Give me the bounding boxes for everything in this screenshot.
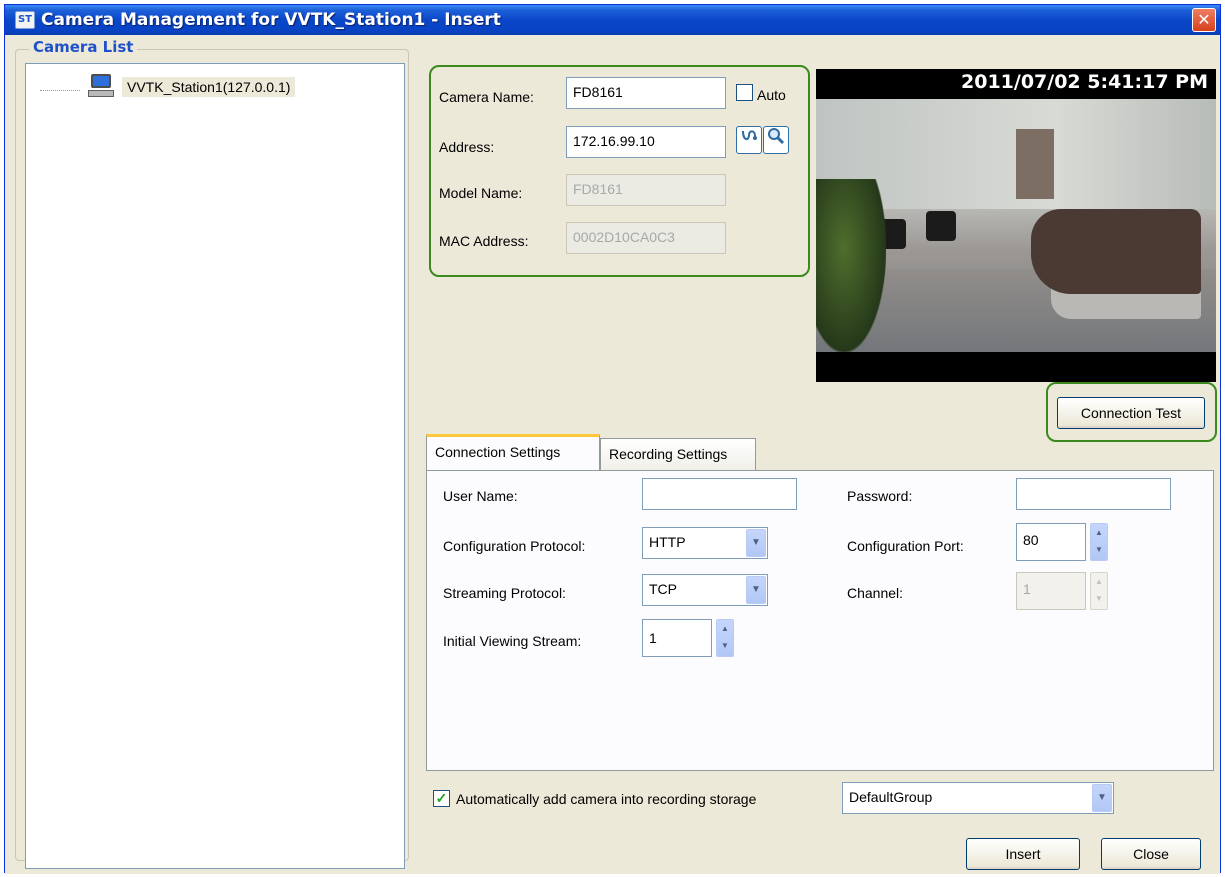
tree-item-station[interactable]: VVTK_Station1(127.0.0.1) [122,77,296,97]
tab-connection-settings[interactable]: Connection Settings [426,434,600,470]
camera-name-label: Camera Name: [439,89,534,105]
config-protocol-select[interactable]: HTTP ▼ [642,527,768,559]
computer-icon [88,73,114,99]
mac-address-label: MAC Address: [439,233,529,249]
preview-timestamp: 2011/07/02 5:41:17 PM [961,71,1208,93]
config-protocol-label: Configuration Protocol: [443,538,586,554]
streaming-protocol-select[interactable]: TCP ▼ [642,574,768,606]
streaming-protocol-value: TCP [649,581,677,597]
tree-connector [40,90,80,91]
mac-address-input: 0002D10CA0C3 [566,222,726,254]
connection-test-button[interactable]: Connection Test [1057,397,1205,429]
model-name-input: FD8161 [566,174,726,206]
initial-stream-label: Initial Viewing Stream: [443,633,582,649]
config-port-label: Configuration Port: [847,538,964,554]
initial-stream-input[interactable]: 1 [642,619,712,657]
window-close-button[interactable]: ✕ [1192,8,1216,32]
password-input[interactable] [1016,478,1171,510]
title-bar: ST Camera Management for VVTK_Station1 -… [5,5,1220,35]
network-search-icon[interactable] [736,126,762,154]
camera-management-window: ST Camera Management for VVTK_Station1 -… [4,4,1221,874]
chevron-down-icon[interactable]: ▼ [746,529,766,557]
streaming-protocol-label: Streaming Protocol: [443,585,566,601]
config-port-input[interactable]: 80 [1016,523,1086,561]
config-port-spinner[interactable]: ▲ ▼ [1090,523,1108,561]
channel-input: 1 [1016,572,1086,610]
camera-list-label: Camera List [29,38,138,56]
address-label: Address: [439,139,495,155]
camera-preview-image [816,99,1216,352]
channel-spinner: ▲ ▼ [1090,572,1108,610]
user-name-label: User Name: [443,488,518,504]
chevron-down-icon[interactable]: ▼ [746,576,766,604]
storage-group-select[interactable]: DefaultGroup ▼ [842,782,1114,814]
magnifier-icon[interactable] [763,126,789,154]
channel-label: Channel: [847,585,904,601]
password-label: Password: [847,488,913,504]
storage-group-value: DefaultGroup [849,789,933,805]
auto-add-label: Automatically add camera into recording … [456,791,757,807]
initial-stream-spinner[interactable]: ▲ ▼ [716,619,734,657]
camera-name-input[interactable]: FD8161 [566,77,726,109]
connection-settings-panel [426,470,1214,771]
tab-recording-settings[interactable]: Recording Settings [600,438,756,470]
auto-add-checkbox[interactable]: ✓ [433,790,450,807]
insert-button[interactable]: Insert [966,838,1080,870]
close-button[interactable]: Close [1101,838,1201,870]
auto-label: Auto [757,87,786,103]
chevron-down-icon[interactable]: ▼ [1092,784,1112,812]
camera-preview: 2011/07/02 5:41:17 PM [816,69,1216,382]
camera-tree[interactable]: VVTK_Station1(127.0.0.1) [25,63,405,869]
window-title: Camera Management for VVTK_Station1 - In… [41,10,501,30]
app-icon: ST [15,11,35,29]
user-name-input[interactable] [642,478,797,510]
auto-checkbox[interactable] [736,84,753,101]
config-protocol-value: HTTP [649,534,686,550]
address-input[interactable]: 172.16.99.10 [566,126,726,158]
dialog-client-area: Camera List VVTK_Station1(127.0.0.1) Cam… [5,35,1220,874]
model-name-label: Model Name: [439,185,523,201]
